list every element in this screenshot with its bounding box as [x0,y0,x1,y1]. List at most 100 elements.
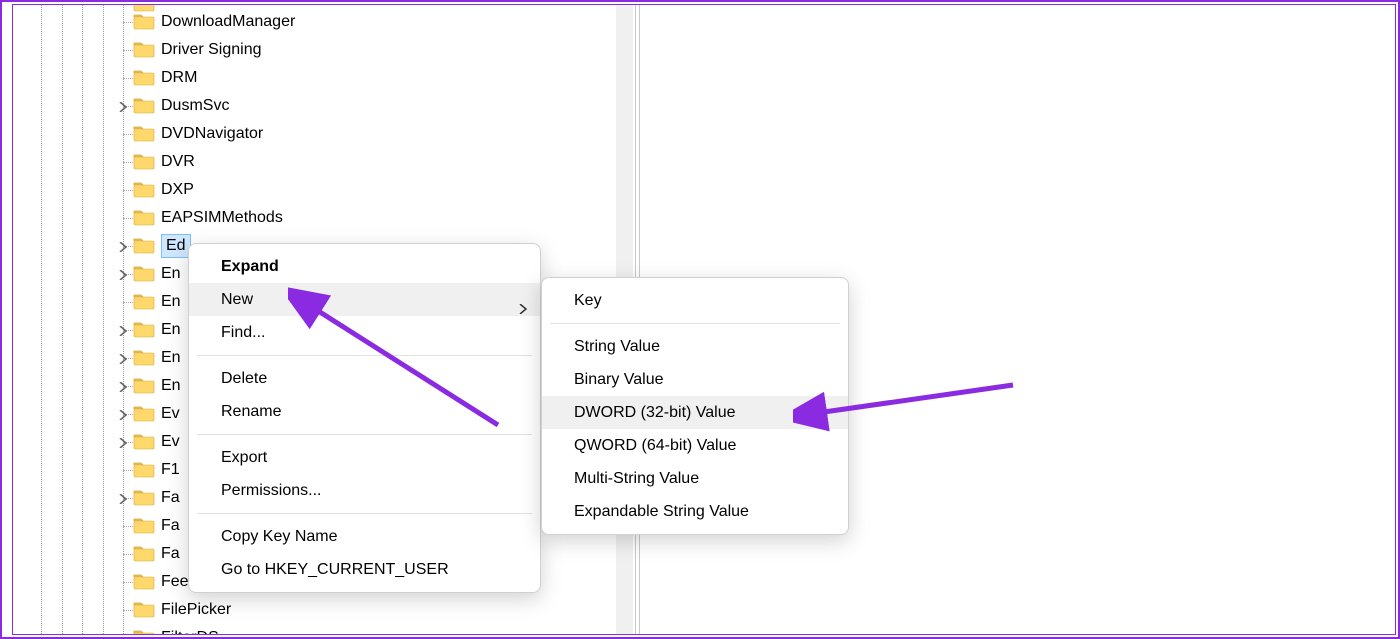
tree-item-label: Fa [161,512,180,540]
folder-icon [133,348,155,366]
menu-item-new[interactable]: New [189,283,540,316]
tree-guide-line [103,5,104,634]
folder-icon [133,40,155,58]
folder-icon [133,124,155,142]
tree-item-label: Ed [161,234,191,258]
tree-connector [123,78,133,79]
folder-icon [133,432,155,450]
menu-separator [197,434,532,435]
folder-icon [133,600,155,618]
chevron-right-icon[interactable] [113,372,133,400]
tree-guide-line [62,5,63,634]
menu-item-label: Permissions... [221,482,321,499]
menu-separator [550,323,840,324]
folder-icon [133,96,155,114]
folder-icon [133,376,155,394]
submenu-item-dword[interactable]: DWORD (32-bit) Value [542,396,848,429]
folder-icon [133,544,155,562]
folder-icon [133,488,155,506]
menu-item-expand[interactable]: Expand [189,250,540,283]
tree-connector [123,470,133,471]
folder-icon [133,152,155,170]
menu-item-label: New [221,291,253,308]
tree-connector [123,218,133,219]
tree-item-label: DVDNavigator [161,120,263,148]
submenu-item-string[interactable]: String Value [542,330,848,363]
folder-icon [133,180,155,198]
tree-connector [123,302,133,303]
folder-icon [133,628,155,634]
chevron-right-icon[interactable] [113,344,133,372]
menu-item-export[interactable]: Export [189,441,540,474]
tree-item-label: Fa [161,540,180,568]
menu-separator [197,513,532,514]
menu-item-copy-key-name[interactable]: Copy Key Name [189,520,540,553]
tree-connector [123,134,133,135]
chevron-right-icon[interactable] [113,260,133,288]
folder-icon [133,320,155,338]
tree-connector [123,554,133,555]
tree-guide-line [41,5,42,634]
tree-item-label: En [161,372,181,400]
tree-item-label: EAPSIMMethods [161,204,283,232]
menu-item-label: Multi-String Value [574,470,699,487]
tree-item-label: FilterDS [161,624,219,634]
tree-item-label: DRM [161,64,197,92]
menu-item-goto[interactable]: Go to HKEY_CURRENT_USER [189,553,540,586]
tree-item-label: Fa [161,484,180,512]
menu-item-find[interactable]: Find... [189,316,540,349]
tree-connector [123,190,133,191]
folder-icon [133,404,155,422]
folder-icon [133,572,155,590]
context-menu[interactable]: Expand New Find... Delete Rename Export [188,243,541,593]
folder-icon [133,516,155,534]
chevron-right-icon[interactable] [113,484,133,512]
tree-item-label: En [161,260,181,288]
folder-icon [133,12,155,30]
folder-icon [133,236,155,254]
menu-item-label: Delete [221,370,267,387]
menu-item-delete[interactable]: Delete [189,362,540,395]
menu-separator [197,355,532,356]
menu-item-label: Rename [221,403,281,420]
menu-item-permissions[interactable]: Permissions... [189,474,540,507]
tree-connector [123,22,133,23]
tree-connector [123,526,133,527]
submenu-item-qword[interactable]: QWORD (64-bit) Value [542,429,848,462]
submenu-item-key[interactable]: Key [542,284,848,317]
chevron-right-icon[interactable] [113,400,133,428]
tree-item-label: En [161,316,181,344]
menu-item-label: Binary Value [574,371,664,388]
chevron-right-icon[interactable] [113,428,133,456]
folder-icon [133,208,155,226]
tree-connector [123,50,133,51]
submenu-item-binary[interactable]: Binary Value [542,363,848,396]
tree-item-label: DXP [161,176,194,204]
annotation-inner-border: DownloadManager Driver Signing DRM DusmS… [12,4,1396,635]
menu-item-rename[interactable]: Rename [189,395,540,428]
menu-item-label: Go to HKEY_CURRENT_USER [221,561,449,578]
menu-item-label: Expandable String Value [574,503,749,520]
menu-item-label: Copy Key Name [221,528,338,545]
tree-item-label: Driver Signing [161,36,261,64]
tree-item-label: En [161,344,181,372]
folder-icon [133,264,155,282]
annotation-outer-border: DownloadManager Driver Signing DRM DusmS… [0,0,1400,639]
submenu-item-multi-string[interactable]: Multi-String Value [542,462,848,495]
chevron-right-icon[interactable] [113,316,133,344]
tree-item-label: DusmSvc [161,92,229,120]
menu-item-label: Find... [221,324,265,341]
menu-item-label: String Value [574,338,660,355]
context-submenu-new[interactable]: Key String Value Binary Value DWORD (32-… [541,277,849,535]
tree-connector [123,610,133,611]
folder-icon [133,5,155,12]
menu-item-label: Export [221,449,267,466]
submenu-item-expandable-string[interactable]: Expandable String Value [542,495,848,528]
chevron-right-icon[interactable] [113,232,133,260]
folder-icon [133,292,155,310]
tree-connector [123,162,133,163]
tree-item-label: Ev [161,400,180,428]
tree-item-label: FilePicker [161,596,231,624]
chevron-right-icon[interactable] [113,92,133,120]
tree-connector [123,582,133,583]
